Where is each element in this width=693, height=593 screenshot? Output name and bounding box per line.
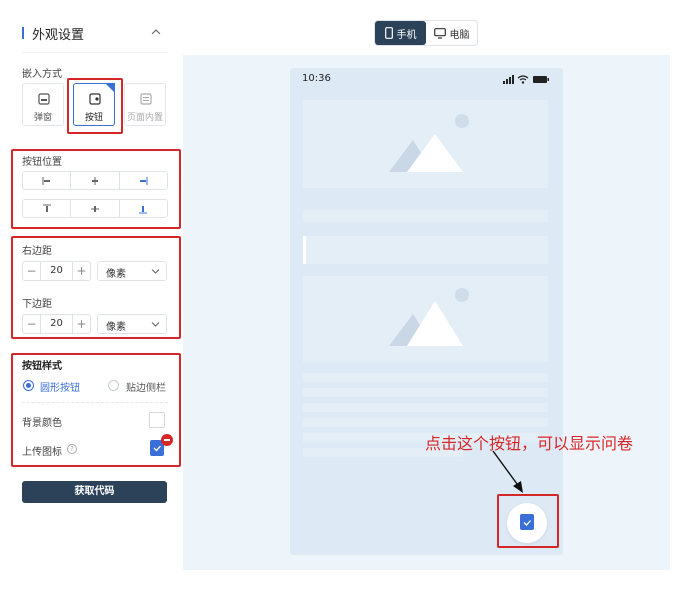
align-bottom-icon bbox=[139, 205, 148, 213]
help-icon[interactable]: ? bbox=[67, 444, 77, 454]
signal-icon bbox=[503, 75, 514, 84]
text-line-placeholder bbox=[303, 210, 548, 222]
radio-label: 贴边侧栏 bbox=[126, 383, 166, 394]
radio-side-bar[interactable] bbox=[108, 380, 119, 391]
right-margin-stepper: − 20 + bbox=[22, 261, 91, 281]
get-code-button[interactable]: 获取代码 bbox=[22, 481, 167, 503]
radio-label: 圆形按钮 bbox=[40, 383, 80, 394]
unit-value: 像素 bbox=[106, 269, 126, 280]
highlight-box-embed bbox=[67, 78, 123, 134]
status-bar-icons bbox=[503, 75, 549, 84]
text-line-placeholder bbox=[303, 418, 548, 427]
chevron-down-icon bbox=[151, 269, 160, 274]
inline-page-icon bbox=[140, 93, 152, 105]
appearance-settings-panel: 外观设置 嵌入方式 弹窗 按钮 页面内置 按钮位置 右边距 − 20 + 像素 … bbox=[0, 0, 182, 593]
horizontal-position-group bbox=[22, 171, 168, 190]
embed-option-inline[interactable]: 页面内置 bbox=[124, 83, 166, 126]
device-option-mobile[interactable]: 手机 bbox=[375, 21, 426, 45]
bottom-margin-unit-select[interactable]: 像素 bbox=[97, 314, 167, 334]
dashed-divider bbox=[22, 402, 168, 403]
bg-color-label: 背景颜色 bbox=[22, 418, 62, 429]
page: 外观设置 嵌入方式 弹窗 按钮 页面内置 按钮位置 右边距 − 20 + 像素 … bbox=[0, 0, 693, 593]
wifi-icon bbox=[517, 75, 529, 84]
embed-option-label: 弹窗 bbox=[33, 113, 52, 123]
align-middle-button[interactable] bbox=[71, 200, 120, 217]
divider bbox=[22, 52, 168, 53]
decrement-button[interactable]: − bbox=[23, 315, 40, 333]
increment-button[interactable]: + bbox=[73, 315, 90, 333]
align-bottom-button[interactable] bbox=[120, 200, 167, 217]
decrement-button[interactable]: − bbox=[23, 262, 40, 280]
chevron-down-icon bbox=[151, 322, 160, 327]
annotation-arrow bbox=[492, 450, 523, 493]
button-style-label: 按钮样式 bbox=[22, 361, 62, 372]
align-center-icon bbox=[91, 176, 98, 185]
align-top-button[interactable] bbox=[23, 200, 72, 217]
monitor-icon bbox=[433, 27, 446, 39]
right-margin-unit-select[interactable]: 像素 bbox=[97, 261, 167, 281]
align-top-icon bbox=[42, 204, 51, 212]
phone-icon bbox=[384, 27, 393, 39]
chevron-up-icon[interactable] bbox=[150, 27, 162, 37]
device-toggle: 手机 电脑 bbox=[374, 20, 478, 46]
text-line-placeholder bbox=[303, 388, 548, 397]
increment-button[interactable]: + bbox=[73, 262, 90, 280]
image-placeholder bbox=[303, 100, 548, 188]
bottom-margin-stepper: − 20 + bbox=[22, 314, 91, 334]
embed-option-label: 页面内置 bbox=[126, 113, 163, 123]
popup-icon bbox=[38, 93, 50, 105]
right-margin-label: 右边距 bbox=[22, 246, 52, 257]
status-time: 10:36 bbox=[302, 73, 331, 84]
text-block-placeholder bbox=[303, 236, 548, 264]
device-option-label: 电脑 bbox=[449, 29, 470, 41]
embed-mode-label: 嵌入方式 bbox=[22, 69, 62, 80]
right-margin-input[interactable]: 20 bbox=[40, 262, 73, 280]
align-right-icon bbox=[140, 176, 148, 185]
battery-icon bbox=[533, 76, 549, 83]
align-left-icon bbox=[42, 176, 50, 185]
align-left-button[interactable] bbox=[23, 172, 72, 189]
upload-icon-label: 上传图标 bbox=[22, 447, 62, 458]
vertical-position-group bbox=[22, 199, 168, 218]
image-placeholder-icon bbox=[389, 288, 469, 346]
panel-title: 外观设置 bbox=[32, 28, 85, 43]
align-middle-icon bbox=[90, 205, 99, 212]
text-line-placeholder bbox=[303, 403, 548, 412]
remove-icon-button[interactable] bbox=[161, 434, 173, 446]
survey-doc-icon bbox=[520, 514, 534, 530]
placeholder-accent bbox=[303, 236, 306, 264]
title-accent-bar bbox=[22, 27, 24, 39]
bottom-margin-input[interactable]: 20 bbox=[40, 315, 73, 333]
bg-color-swatch[interactable] bbox=[149, 412, 165, 428]
button-position-label: 按钮位置 bbox=[22, 157, 62, 168]
image-placeholder bbox=[303, 276, 548, 362]
bottom-margin-label: 下边距 bbox=[22, 299, 52, 310]
unit-value: 像素 bbox=[106, 322, 126, 333]
text-line-placeholder bbox=[303, 373, 548, 382]
device-option-label: 手机 bbox=[396, 29, 417, 41]
radio-round-button[interactable] bbox=[23, 380, 34, 391]
device-option-desktop[interactable]: 电脑 bbox=[426, 21, 477, 45]
align-right-button[interactable] bbox=[120, 172, 167, 189]
embed-option-popup[interactable]: 弹窗 bbox=[22, 83, 64, 126]
floating-survey-button[interactable] bbox=[507, 503, 547, 543]
image-placeholder-icon bbox=[389, 114, 469, 172]
align-center-button[interactable] bbox=[71, 172, 120, 189]
